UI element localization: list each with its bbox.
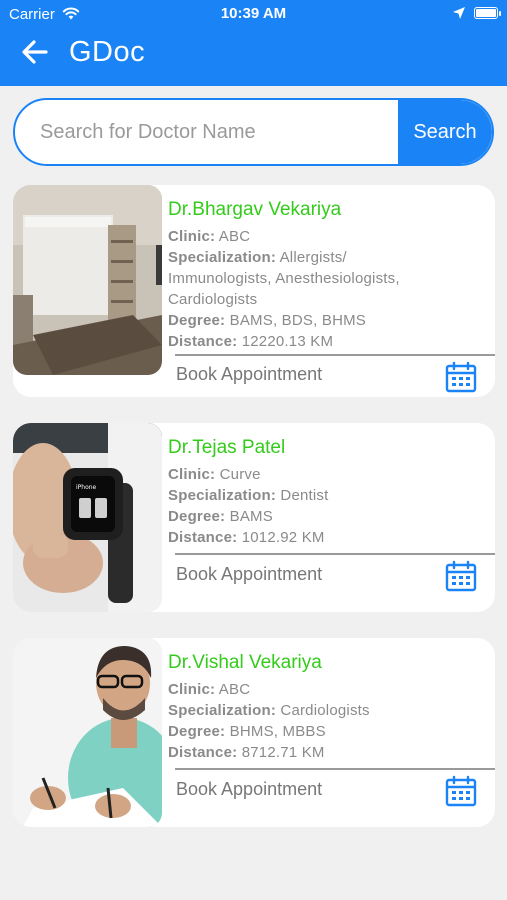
- doctor-photo: [13, 638, 162, 827]
- degree-label: Degree:: [168, 723, 226, 740]
- clinic-label: Clinic:: [168, 228, 216, 245]
- distance-label: Distance:: [168, 333, 238, 350]
- clinic-value: ABC: [218, 228, 251, 245]
- distance-row: Distance: 12220.13 KM: [168, 332, 485, 352]
- doctor-info: Dr.Bhargav Vekariya Clinic: ABC Speciali…: [168, 199, 485, 353]
- specialization-row: Specialization: Allergists/: [168, 248, 485, 268]
- specialization-value: Cardiologists: [280, 702, 370, 719]
- clinic-row: Clinic: ABC: [168, 227, 485, 247]
- calendar-icon[interactable]: [445, 560, 477, 592]
- distance-label: Distance:: [168, 744, 238, 761]
- degree-label: Degree:: [168, 312, 226, 329]
- calendar-icon[interactable]: [445, 775, 477, 807]
- distance-row: Distance: 1012.92 KM: [168, 528, 485, 548]
- book-appointment-button[interactable]: Book Appointment: [176, 779, 322, 800]
- page-title: GDoc: [69, 36, 146, 68]
- book-appointment-button[interactable]: Book Appointment: [176, 364, 322, 385]
- specialization-label: Specialization:: [168, 249, 277, 266]
- doctor-name: Dr.Bhargav Vekariya: [168, 199, 342, 220]
- specialization-value: Allergists/: [279, 249, 347, 266]
- search-bar: Search: [13, 98, 494, 166]
- divider: [175, 553, 495, 555]
- distance-value: 8712.71 KM: [241, 744, 325, 761]
- search-input[interactable]: [15, 100, 401, 164]
- clinic-value: ABC: [218, 681, 251, 698]
- doctor-info: Dr.Tejas Patel Clinic: Curve Specializat…: [168, 437, 485, 549]
- status-time: 10:39 AM: [220, 5, 287, 22]
- specialization-continued: Cardiologists: [168, 291, 258, 308]
- clinic-label: Clinic:: [168, 681, 216, 698]
- battery-icon: [474, 7, 501, 19]
- degree-value: BHMS, MBBS: [229, 723, 326, 740]
- doctor-photo: [13, 185, 162, 375]
- specialization-row: Specialization: Dentist: [168, 486, 485, 506]
- calendar-icon[interactable]: [445, 361, 477, 393]
- search-button[interactable]: Search: [398, 100, 492, 164]
- degree-row: Degree: BHMS, MBBS: [168, 722, 485, 742]
- degree-row: Degree: BAMS, BDS, BHMS: [168, 311, 485, 331]
- specialization-continued: Immunologists, Anesthesiologists,: [168, 270, 400, 287]
- distance-row: Distance: 8712.71 KM: [168, 743, 485, 763]
- specialization-label: Specialization:: [168, 487, 277, 504]
- book-appointment-button[interactable]: Book Appointment: [176, 564, 322, 585]
- status-bar: Carrier 10:39 AM: [0, 0, 507, 28]
- degree-value: BAMS, BDS, BHMS: [229, 312, 366, 329]
- clinic-label: Clinic:: [168, 466, 216, 483]
- doctor-photo: iPhone: [13, 423, 162, 612]
- clinic-value: Curve: [219, 466, 261, 483]
- divider: [175, 354, 495, 356]
- degree-value: BAMS: [229, 508, 273, 525]
- specialization-row: Specialization: Cardiologists: [168, 701, 485, 721]
- location-arrow-icon: [453, 7, 465, 19]
- doctor-card[interactable]: Dr.Vishal Vekariya Clinic: ABC Specializ…: [13, 638, 495, 827]
- clinic-row: Clinic: Curve: [168, 465, 485, 485]
- doctor-info: Dr.Vishal Vekariya Clinic: ABC Specializ…: [168, 652, 485, 764]
- specialization-value: Dentist: [280, 487, 329, 504]
- doctor-name: Dr.Vishal Vekariya: [168, 652, 322, 673]
- distance-label: Distance:: [168, 529, 238, 546]
- divider: [175, 768, 495, 770]
- back-arrow-icon[interactable]: [20, 38, 50, 66]
- doctor-card[interactable]: Dr.Bhargav Vekariya Clinic: ABC Speciali…: [13, 185, 495, 397]
- distance-value: 1012.92 KM: [241, 529, 325, 546]
- clinic-row: Clinic: ABC: [168, 680, 485, 700]
- distance-value: 12220.13 KM: [241, 333, 334, 350]
- specialization-label: Specialization:: [168, 702, 277, 719]
- degree-row: Degree: BAMS: [168, 507, 485, 527]
- doctor-name: Dr.Tejas Patel: [168, 437, 286, 458]
- doctor-card[interactable]: iPhone Dr.Tejas Patel Clinic: Curve Spec…: [13, 423, 495, 612]
- app-header: Carrier 10:39 AM GDoc: [0, 0, 507, 86]
- degree-label: Degree:: [168, 508, 226, 525]
- svg-text:iPhone: iPhone: [76, 484, 97, 491]
